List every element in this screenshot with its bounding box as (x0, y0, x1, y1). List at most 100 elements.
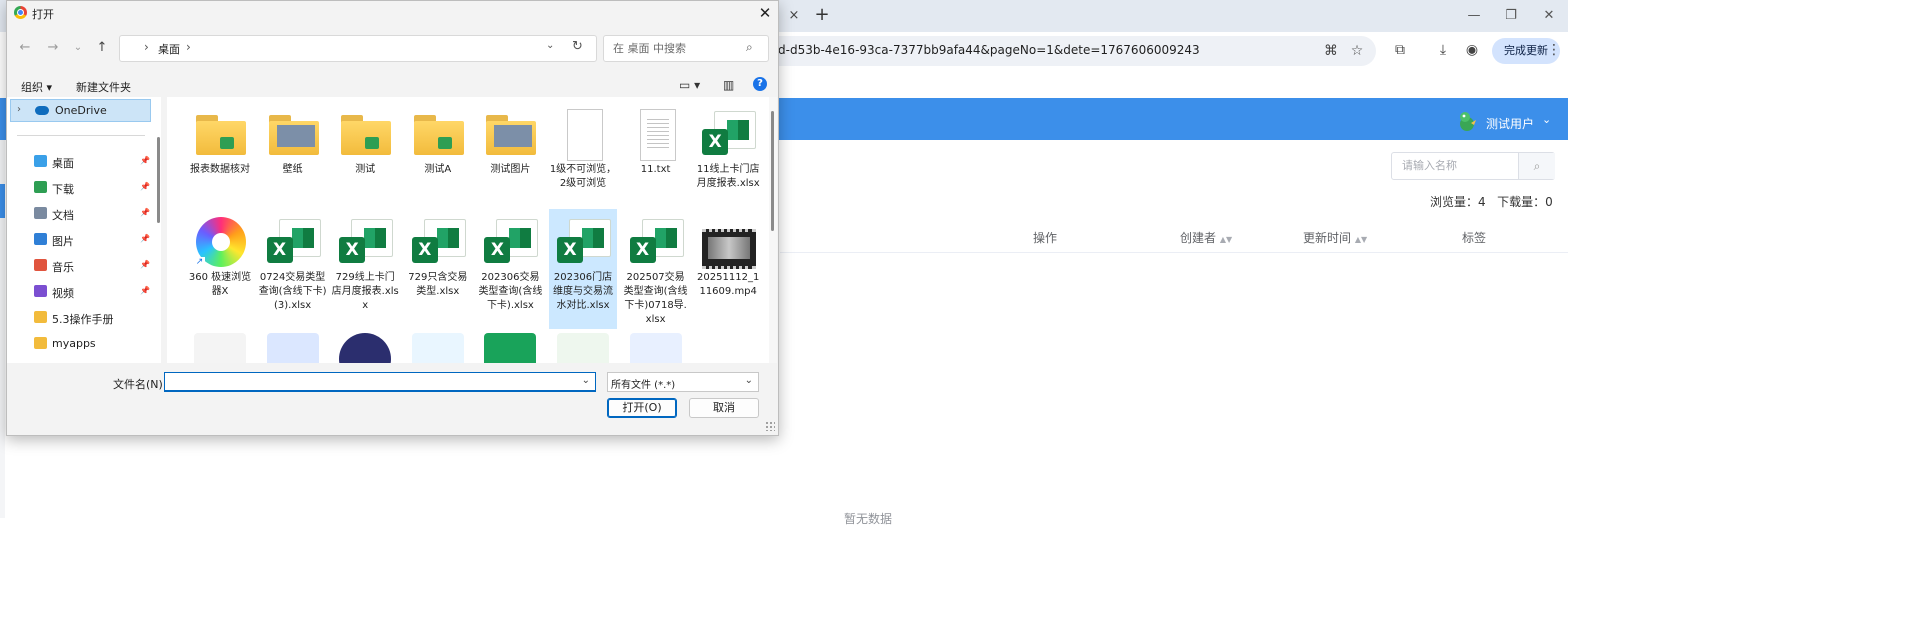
file-list-scrollbar[interactable] (769, 97, 777, 363)
file-item[interactable]: X 729只含交易类型.xlsx (404, 209, 472, 329)
translate-icon[interactable]: ⌘ (1322, 42, 1340, 60)
chevron-right-icon[interactable]: › (17, 104, 21, 115)
dialog-address-bar[interactable]: › 桌面 › ⌄ ↻ (119, 35, 597, 62)
file-item[interactable]: X 11线上卡门店月度报表.xlsx (694, 101, 762, 221)
nav-item[interactable]: 视频 📌 (7, 280, 157, 304)
downloads-icon[interactable]: ⤓ (1433, 40, 1453, 60)
file-item[interactable]: ↗ 360 极速浏览器X (186, 209, 254, 329)
chevron-down-icon[interactable]: ⌄ (745, 375, 753, 386)
new-tab-icon[interactable]: + (813, 6, 831, 26)
file-item[interactable]: 1级不可浏览，2级可浏览 (549, 101, 617, 221)
help-icon[interactable]: ? (753, 77, 767, 91)
file-item[interactable] (259, 329, 327, 363)
recent-locations-icon[interactable]: ⌄ (69, 39, 87, 57)
search-icon[interactable]: ⌕ (1518, 153, 1555, 179)
address-bar[interactable]: d-d53b-4e16-93ca-7377bb9afa44&pageNo=1&d… (760, 36, 1376, 66)
user-name[interactable]: 测试用户 (1486, 115, 1534, 132)
search-icon[interactable]: ⌕ (746, 40, 753, 55)
filename-combobox[interactable]: ⌄ (164, 372, 596, 392)
file-item[interactable]: 壁纸 (259, 101, 327, 221)
sort-icon[interactable]: ▲▼ (1220, 235, 1232, 244)
nav-item[interactable]: 图片 📌 (7, 228, 157, 252)
open-button[interactable]: 打开(O) (607, 398, 677, 418)
file-item[interactable]: X 202306门店维度与交易流水对比.xlsx (549, 209, 617, 329)
forward-arrow-icon[interactable]: → (44, 39, 62, 57)
sort-icon[interactable]: ▲▼ (1355, 235, 1367, 244)
chevron-down-icon[interactable]: ⌄ (582, 375, 590, 386)
preview-pane-icon[interactable]: ▥ (723, 78, 734, 92)
nav-item-onedrive[interactable]: › OneDrive (10, 99, 151, 122)
file-name: 0724交易类型查询(含线下卡)(3).xlsx (258, 272, 327, 311)
back-arrow-icon[interactable]: ← (16, 39, 34, 57)
column-header-updated[interactable]: 更新时间 ▲▼ (1303, 229, 1367, 246)
up-arrow-icon[interactable]: ↑ (93, 39, 111, 57)
breadcrumb-chevron-icon[interactable]: › (144, 40, 149, 54)
pin-icon[interactable]: 📌 (140, 286, 150, 295)
nav-item[interactable]: myapps (7, 332, 157, 356)
address-dropdown-icon[interactable]: ⌄ (546, 40, 554, 51)
column-header-creator[interactable]: 创建者 ▲▼ (1180, 229, 1232, 246)
dialog-search-input[interactable] (611, 41, 743, 56)
file-item[interactable]: 20251112_111609.mp4 (694, 209, 762, 329)
nav-item[interactable]: 5.3操作手册 (7, 306, 157, 330)
minimize-icon[interactable]: — (1464, 6, 1484, 26)
pin-icon[interactable]: 📌 (140, 260, 150, 269)
view-options-icon[interactable]: ▭ ▾ (679, 78, 700, 92)
window-close-icon[interactable]: ✕ (1539, 6, 1559, 26)
filetype-select[interactable]: 所有文件 (*.*) ⌄ (607, 372, 759, 392)
refresh-icon[interactable]: ↻ (572, 39, 583, 54)
scrollbar-thumb[interactable] (771, 111, 774, 231)
file-item[interactable]: 测试图片 (476, 101, 544, 221)
views-value: 4 (1478, 195, 1486, 209)
nav-item[interactable]: 音乐 📌 (7, 254, 157, 278)
name-search-input[interactable] (1400, 158, 1514, 173)
file-item[interactable]: 报表数据核对 (186, 101, 254, 221)
file-item[interactable]: 测试A (404, 101, 472, 221)
folder-preview-sheet (365, 137, 380, 149)
dialog-close-icon[interactable]: ✕ (756, 3, 774, 23)
file-icon (194, 333, 246, 363)
file-item[interactable] (549, 329, 617, 363)
file-item[interactable] (331, 329, 399, 363)
profile-icon[interactable]: ◉ (1462, 40, 1482, 60)
chevron-down-icon[interactable]: ⌄ (1542, 113, 1551, 126)
pin-icon[interactable]: 📌 (140, 234, 150, 243)
resize-grip-icon[interactable] (765, 421, 775, 431)
user-avatar-icon[interactable] (1456, 110, 1478, 132)
pin-icon[interactable]: 📌 (140, 182, 150, 191)
file-item[interactable]: 测试 (331, 101, 399, 221)
pin-icon[interactable]: 📌 (140, 208, 150, 217)
cancel-button[interactable]: 取消 (689, 398, 759, 418)
nav-item-label: 5.3操作手册 (52, 313, 114, 326)
file-item[interactable]: X 202306交易类型查询(含线下卡).xlsx (476, 209, 544, 329)
breadcrumb-desktop[interactable]: 桌面 (158, 41, 180, 57)
nav-item[interactable]: 下载 📌 (7, 176, 157, 200)
extensions-icon[interactable]: ⧉ (1390, 40, 1410, 60)
nav-item[interactable]: 文档 📌 (7, 202, 157, 226)
filename-input[interactable] (169, 375, 573, 389)
nav-scrollbar[interactable] (157, 137, 160, 223)
file-item[interactable] (476, 329, 544, 363)
file-item[interactable]: X 202507交易类型查询(含线下卡)0718导.xlsx (622, 209, 690, 329)
file-item[interactable] (622, 329, 690, 363)
file-item[interactable]: X 729线上卡门店月度报表.xlsx (331, 209, 399, 329)
column-header-updated-label: 更新时间 (1303, 231, 1352, 245)
file-item[interactable] (404, 329, 472, 363)
breadcrumb-chevron-icon[interactable]: › (186, 40, 191, 54)
bookmark-star-icon[interactable]: ☆ (1348, 42, 1366, 60)
nav-item-label: 下载 (52, 183, 74, 196)
organize-button[interactable]: 组织 ▾ (21, 79, 52, 95)
restore-icon[interactable]: ❐ (1501, 6, 1521, 26)
stats: 浏览量：4 下载量：0 (1430, 193, 1553, 210)
nav-item[interactable]: 桌面 📌 (7, 150, 157, 174)
file-item[interactable]: 11.txt (622, 101, 690, 221)
desktop-icon (34, 155, 47, 167)
menu-icon[interactable]: ⋮ (1544, 40, 1564, 60)
tab-close-icon[interactable]: × (786, 8, 802, 24)
file-item[interactable]: X 0724交易类型查询(含线下卡)(3).xlsx (259, 209, 327, 329)
dialog-title-bar[interactable]: 打开 ✕ (7, 1, 778, 25)
file-name: 壁纸 (282, 164, 303, 175)
file-item[interactable] (186, 329, 254, 363)
new-folder-button[interactable]: 新建文件夹 (76, 79, 131, 95)
pin-icon[interactable]: 📌 (140, 156, 150, 165)
